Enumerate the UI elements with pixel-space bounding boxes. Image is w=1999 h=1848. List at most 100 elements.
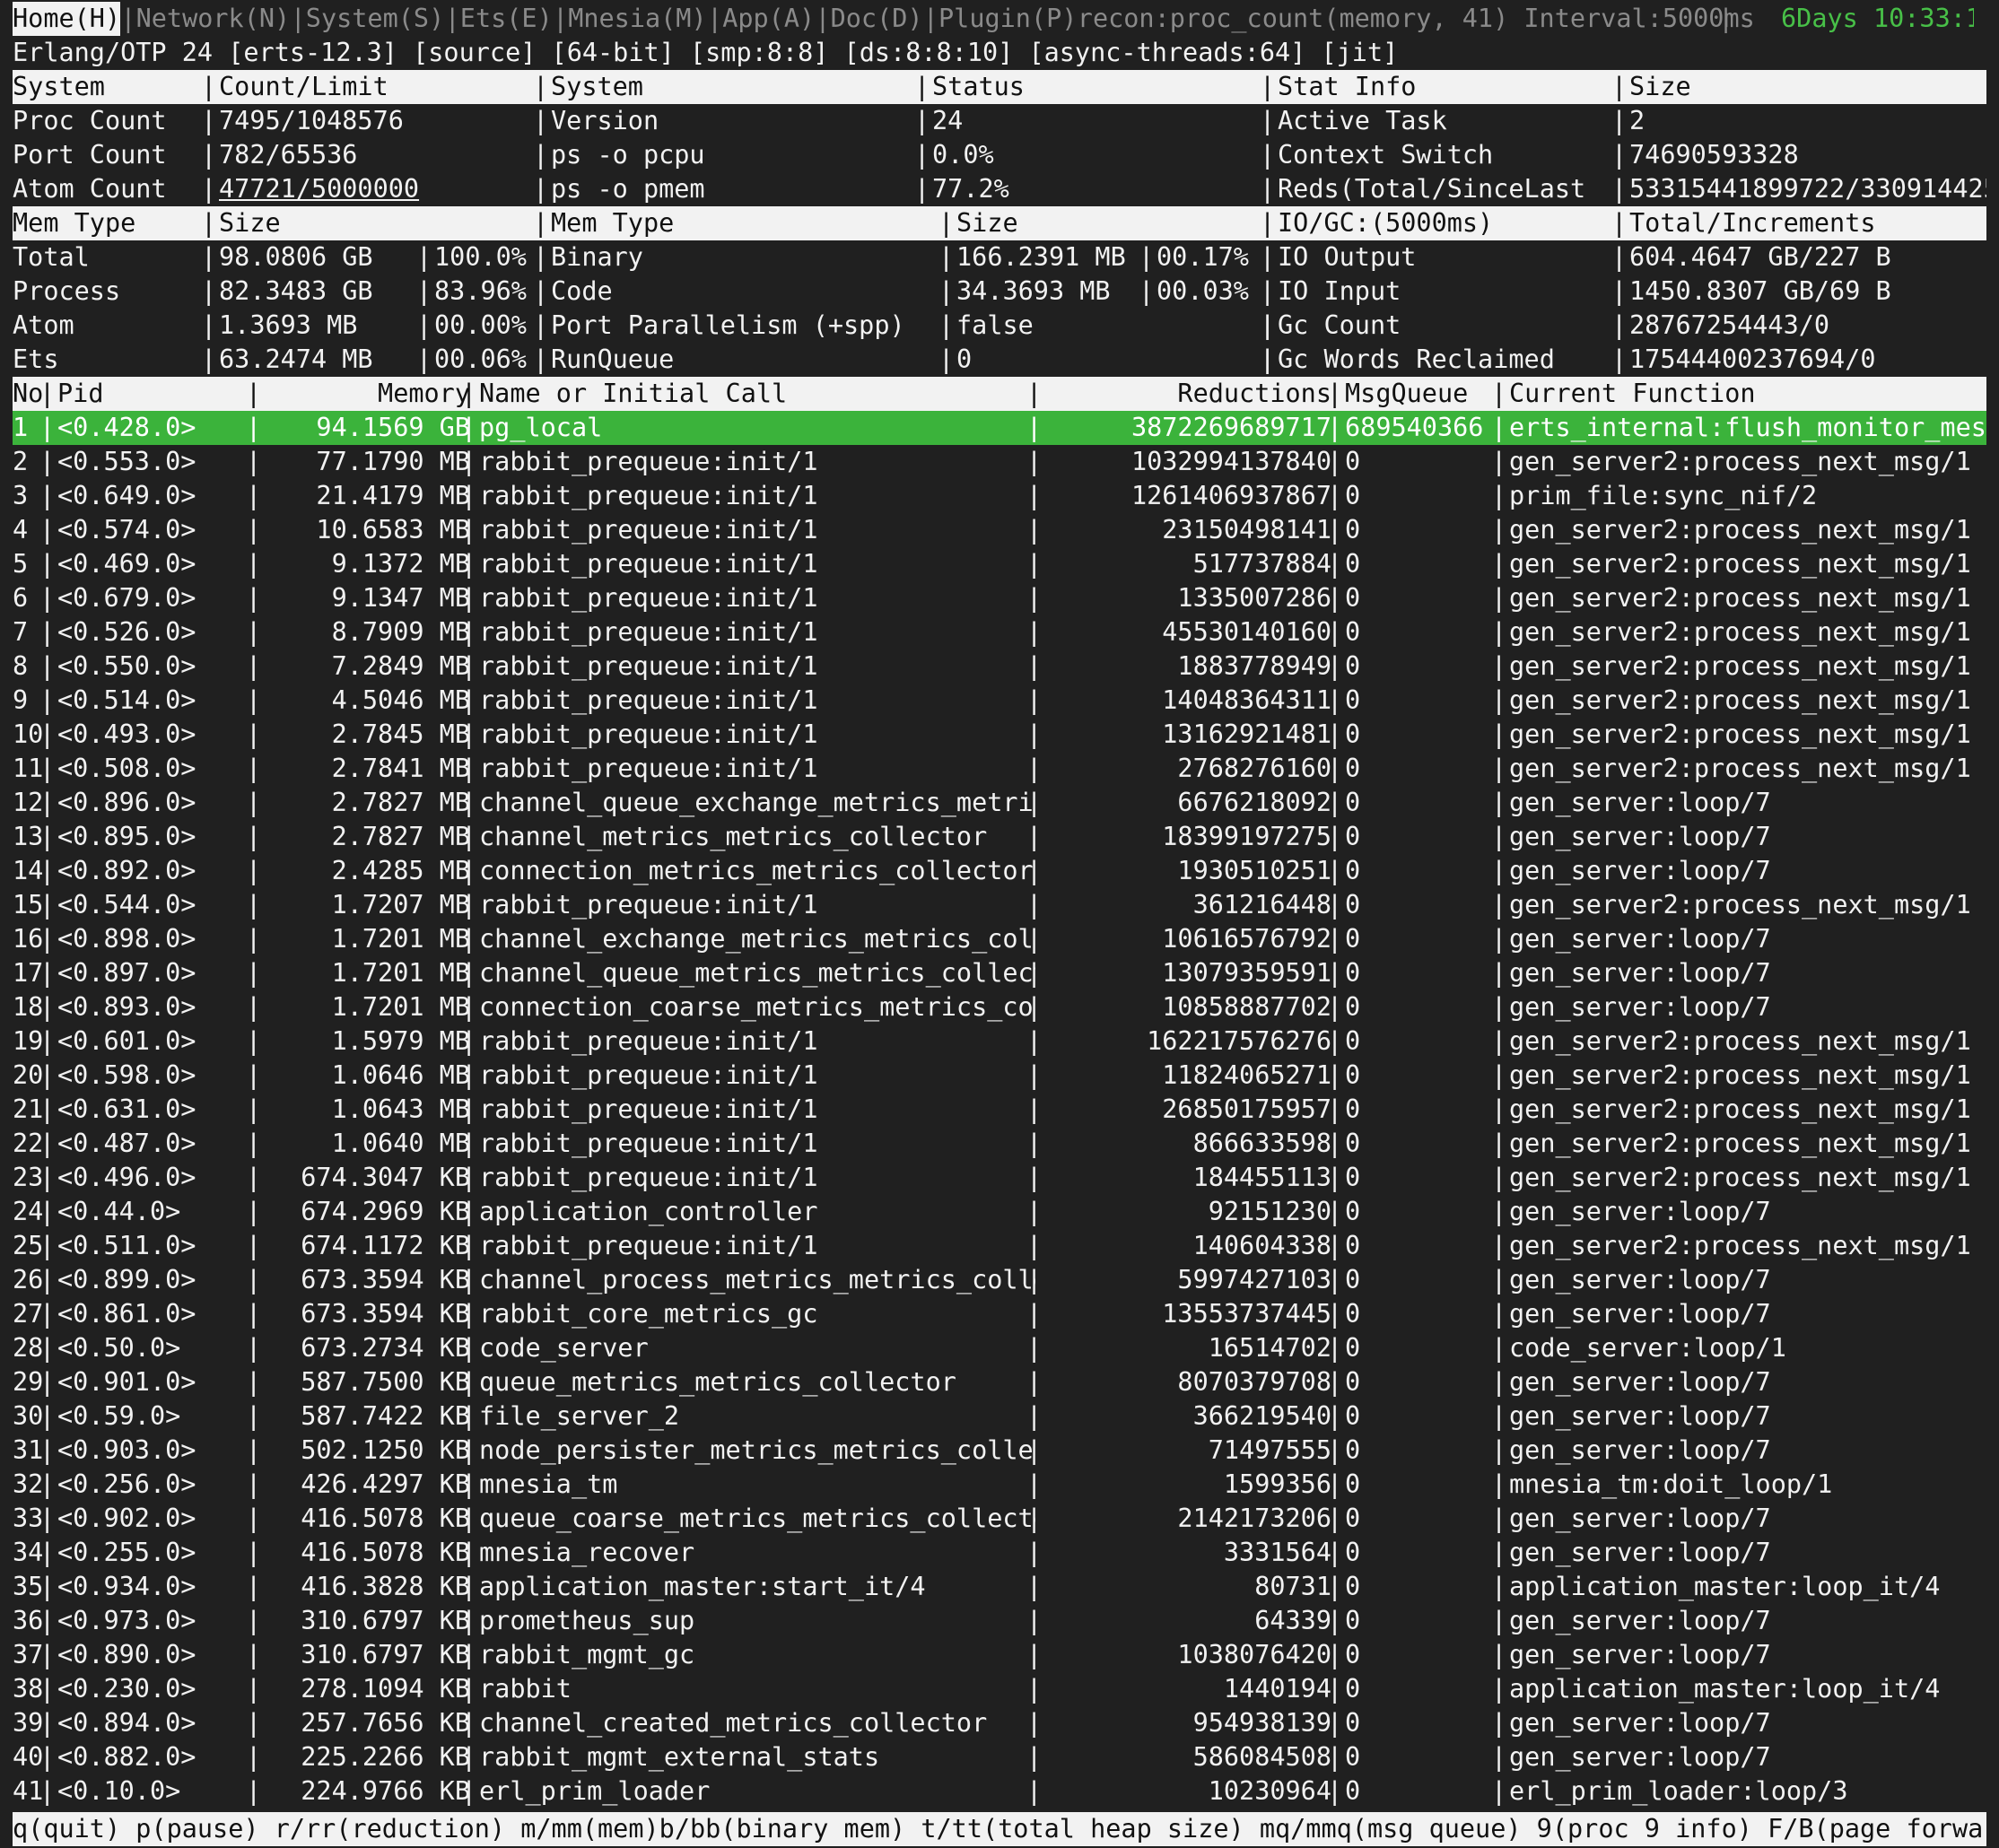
process-row[interactable]: 10 | <0.493.0> | 2.7845 MB | rabbit_prequeue:i… [13,718,1986,752]
process-row[interactable]: 30 | <0.59.0> | 587.7422 KB | file_server_2 | 36… [13,1399,1986,1434]
column-separator: | [1611,140,1628,170]
column-separator: | [246,481,262,510]
column-separator: | [1611,106,1628,135]
process-row[interactable]: 20 | <0.598.0> | 1.0646 MB | rabbit_prequeue:i… [13,1059,1986,1093]
process-name: rabbit_prequeue:init/1 [479,583,818,613]
process-row[interactable]: 32 | <0.256.0> | 426.4297 KB | mnesia_tm | 15993… [13,1468,1986,1502]
column-separator: | [914,72,930,101]
process-row[interactable]: 18 | <0.893.0> | 1.7201 MB | connection_coarse… [13,990,1986,1024]
process-row[interactable]: 16 | <0.898.0> | 1.7201 MB | channel_exchange_… [13,922,1986,956]
process-name: rabbit_mgmt_gc [479,1640,695,1669]
column-separator: | [533,208,549,238]
column-separator: | [416,276,432,306]
process-row[interactable]: 29 | <0.901.0> | 587.7500 KB | queue_metrics_m… [13,1365,1986,1399]
column-separator: | [1491,413,1507,442]
process-row[interactable]: 11 | <0.508.0> | 2.7841 MB | rabbit_prequeue:i… [13,752,1986,786]
system-cell: Proc Count [13,106,167,135]
column-separator: | [461,924,477,954]
column-separator: | [246,1231,262,1260]
process-row[interactable]: 36 | <0.973.0> | 310.6797 KB | prometheus_sup |… [13,1604,1986,1638]
column-separator: | [1026,1606,1043,1635]
tab-network[interactable]: Network(N) [136,2,291,36]
process-row[interactable]: 8 | <0.550.0> | 7.2849 MB | rabbit_prequeue:in… [13,649,1986,684]
process-row[interactable]: 4 | <0.574.0> | 10.6583 MB | rabbit_prequeue:i… [13,513,1986,547]
column-separator: | [1327,1708,1343,1738]
process-row[interactable]: 6 | <0.679.0> | 9.1347 MB | rabbit_prequeue:in… [13,581,1986,615]
column-header[interactable]: Name or Initial Call [479,377,1035,411]
current-function: gen_server2:process_next_msg/1 [1509,447,1971,476]
process-row[interactable]: 27 | <0.861.0> | 673.3594 KB | rabbit_core_met… [13,1297,1986,1331]
current-function: gen_server:loop/7 [1509,1401,1771,1431]
column-separator: | [461,685,477,715]
tab-plugin[interactable]: Plugin(P) [938,2,1077,36]
process-table-header[interactable]: No | Pid | Memory | Name or Initial Call | Reduc… [13,377,1986,411]
process-row[interactable]: 5 | <0.469.0> | 9.1372 MB | rabbit_prequeue:in… [13,547,1986,581]
process-row[interactable]: 31 | <0.903.0> | 502.1250 KB | node_persister_… [13,1434,1986,1468]
process-row[interactable]: 19 | <0.601.0> | 1.5979 MB | rabbit_prequeue:i… [13,1024,1986,1059]
tab-app[interactable]: App(A) [722,2,815,36]
column-header[interactable]: Reductions [1044,377,1331,411]
process-row[interactable]: 26 | <0.899.0> | 673.3594 KB | channel_process… [13,1263,1986,1297]
memory: 310.6797 KB [301,1606,470,1635]
process-row[interactable]: 39 | <0.894.0> | 257.7656 KB | channel_created… [13,1706,1986,1740]
column-separator: | [246,754,262,783]
column-separator: | [39,549,56,579]
process-row[interactable]: 41 | <0.10.0> | 224.9766 KB | erl_prim_loader |… [13,1774,1986,1809]
column-separator: | [1327,1401,1343,1431]
column-separator: | [1491,447,1507,476]
column-separator: | [246,1435,262,1465]
pid: <0.574.0> [57,515,196,545]
column-header[interactable]: MsgQueue [1345,377,1497,411]
tab-doc[interactable]: Doc(D) [831,2,923,36]
process-row[interactable]: 22 | <0.487.0> | 1.0640 MB | rabbit_prequeue:i… [13,1127,1986,1161]
process-row[interactable]: 38 | <0.230.0> | 278.1094 KB | rabbit | 1440194 |… [13,1672,1986,1706]
process-row[interactable]: 17 | <0.897.0> | 1.7201 MB | channel_queue_met… [13,956,1986,990]
process-row[interactable]: 23 | <0.496.0> | 674.3047 KB | rabbit_prequeue… [13,1161,1986,1195]
tab-mnesia[interactable]: Mnesia(M) [568,2,706,36]
tab-ets[interactable]: Ets(E) [460,2,553,36]
process-row[interactable]: 21 | <0.631.0> | 1.0643 MB | rabbit_prequeue:i… [13,1093,1986,1127]
tab-system[interactable]: System(S) [306,2,444,36]
column-separator: | [533,310,549,340]
process-row[interactable]: 13 | <0.895.0> | 2.7827 MB | channel_metrics_m… [13,820,1986,854]
process-row[interactable]: 2 | <0.553.0> | 77.1790 MB | rabbit_prequeue:i… [13,445,1986,479]
process-row[interactable]: 40 | <0.882.0> | 225.2266 KB | rabbit_mgmt_ext… [13,1740,1986,1774]
msg-queue: 0 [1345,1572,1361,1601]
column-separator: | [1327,685,1343,715]
system-cell: Reds(Total/SinceLast [1278,174,1586,204]
process-row[interactable]: 35 | <0.934.0> | 416.3828 KB | application_mas… [13,1570,1986,1604]
key-bindings: q(quit) p(pause) r/rr(reduction) m/mm(me… [13,1814,1986,1844]
process-row[interactable]: 12 | <0.896.0> | 2.7827 MB | channel_queue_exc… [13,786,1986,820]
observer-cli-terminal[interactable]: Home(H) | Network(N) | System(S) | Ets(E) | Mnes… [0,0,1999,1848]
process-name: channel_process_metrics_metrics_collec [479,1265,1035,1294]
process-row[interactable]: 3 | <0.649.0> | 21.4179 MB | rabbit_prequeue:i… [13,479,1986,513]
current-function: gen_server2:process_next_msg/1 [1509,1060,1971,1090]
tab-home[interactable]: Home(H) [13,2,121,36]
process-row[interactable]: 34 | <0.255.0> | 416.5078 KB | mnesia_recover |… [13,1536,1986,1570]
memory-cell: false [956,310,1034,340]
process-row[interactable]: 25 | <0.511.0> | 674.1172 KB | rabbit_prequeue… [13,1229,1986,1263]
pid: <0.256.0> [57,1469,196,1499]
process-row[interactable]: 9 | <0.514.0> | 4.5046 MB | rabbit_prequeue:in… [13,684,1986,718]
process-row[interactable]: 37 | <0.890.0> | 310.6797 KB | rabbit_mgmt_gc |… [13,1638,1986,1672]
column-header[interactable]: Memory [264,377,470,411]
memory-table-header: Mem Type | Size | Mem Type | Size | IO/GC:(5000m… [13,206,1986,240]
menu-bar[interactable]: Home(H) | Network(N) | System(S) | Ets(E) | Mnes… [0,2,1974,36]
column-header[interactable]: Pid [57,377,246,411]
column-header[interactable]: Current Function [1509,377,1986,411]
process-row[interactable]: 1 | <0.428.0> | 94.1569 GB | pg_local | 38722696… [13,411,1986,445]
current-function: gen_server:loop/7 [1509,788,1771,817]
process-row[interactable]: 15 | <0.544.0> | 1.7207 MB | rabbit_prequeue:i… [13,888,1986,922]
process-row[interactable]: 33 | <0.902.0> | 416.5078 KB | queue_coarse_me… [13,1502,1986,1536]
process-row[interactable]: 24 | <0.44.0> | 674.2969 KB | application_cont… [13,1195,1986,1229]
current-function: gen_server:loop/7 [1509,992,1771,1022]
process-name: queue_coarse_metrics_metrics_collector [479,1504,1035,1533]
process-row[interactable]: 7 | <0.526.0> | 8.7909 MB | rabbit_prequeue:in… [13,615,1986,649]
process-row[interactable]: 14 | <0.892.0> | 2.4285 MB | connection_metric… [13,854,1986,888]
pid: <0.861.0> [57,1299,196,1329]
process-name: rabbit_prequeue:init/1 [479,1163,818,1192]
pid: <0.508.0> [57,754,196,783]
pid: <0.514.0> [57,685,196,715]
process-row[interactable]: 28 | <0.50.0> | 673.2734 KB | code_server | 1651… [13,1331,1986,1365]
current-function: gen_server2:process_next_msg/1 [1509,754,1971,783]
